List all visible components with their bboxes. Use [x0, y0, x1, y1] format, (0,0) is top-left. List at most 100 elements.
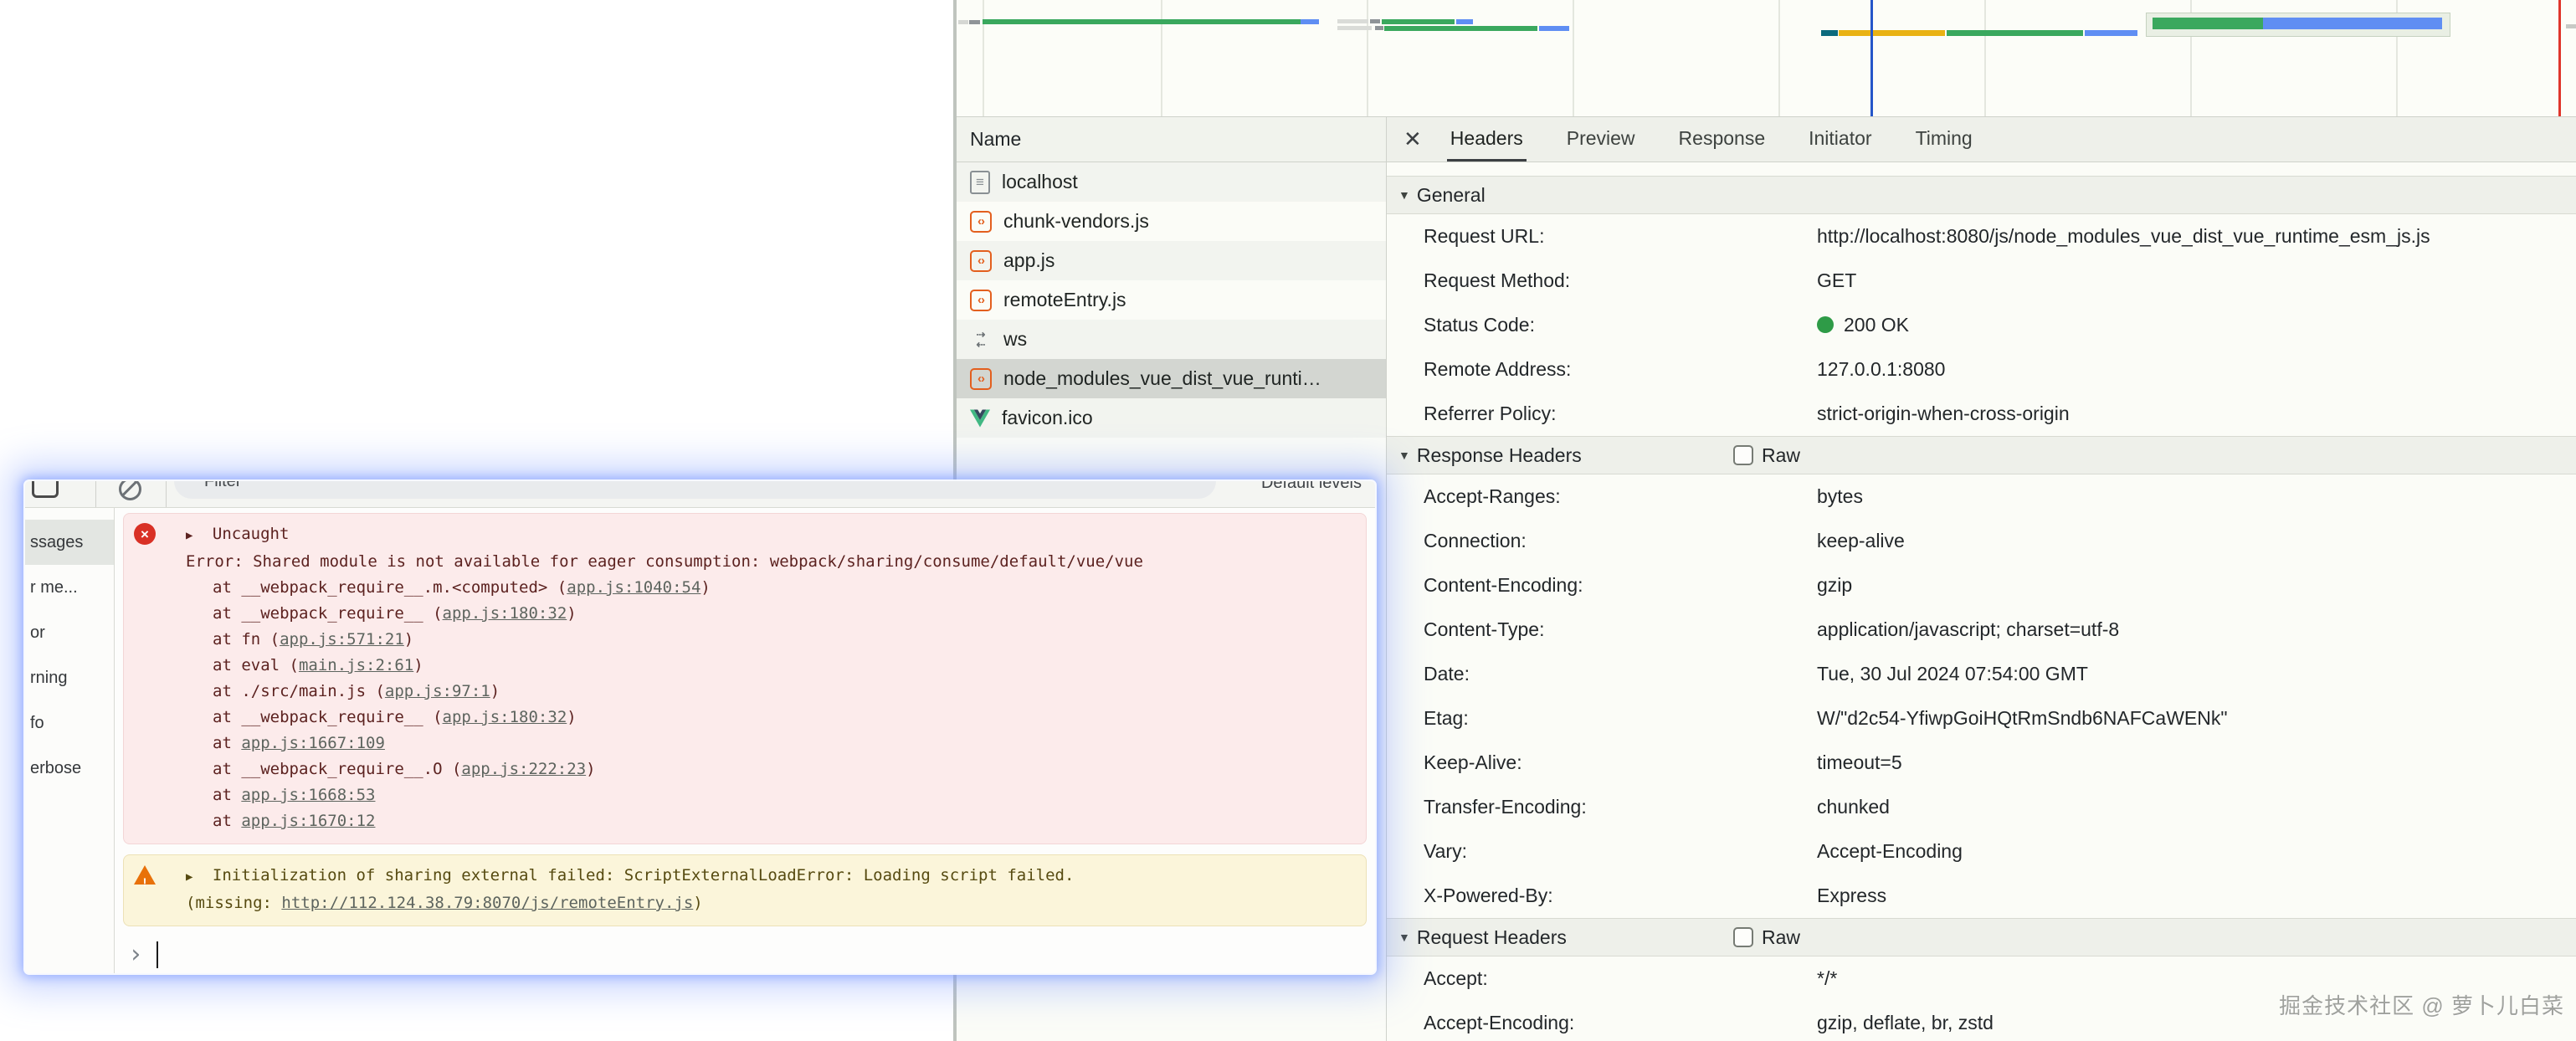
header-name: Vary: [1424, 840, 1817, 863]
source-link[interactable]: app.js:1040:54 [567, 578, 700, 597]
console-sidebar-item[interactable]: ssages [25, 520, 114, 565]
header-name: Request Method: [1424, 269, 1817, 292]
stack-frame: at __webpack_require__ (app.js:180:32) [124, 705, 1352, 731]
console-warning-message: ▶ Initialization of sharing external fai… [123, 854, 1367, 926]
warning-missing-line: (missing: http://112.124.38.79:8070/js/r… [124, 890, 1352, 916]
header-row: Content-Encoding:gzip [1387, 563, 2576, 608]
table-row[interactable]: chunk-vendors.js [957, 202, 1386, 241]
table-row[interactable]: remoteEntry.js [957, 280, 1386, 320]
source-link[interactable]: app.js:180:32 [443, 708, 567, 726]
header-value: Express [1817, 885, 2559, 907]
header-value: 200 OK [1817, 314, 2559, 336]
table-row[interactable]: app.js [957, 241, 1386, 280]
clear-console-icon[interactable] [119, 481, 141, 500]
section-header-general[interactable]: ▼General [1387, 176, 2576, 214]
waterfall-bar [983, 19, 1301, 24]
source-link[interactable]: app.js:1670:12 [241, 812, 375, 830]
header-row: X-Powered-By:Express [1387, 874, 2576, 918]
waterfall-bar [2566, 24, 2576, 28]
websocket-icon [970, 329, 992, 351]
waterfall-bar [1539, 26, 1569, 31]
source-link[interactable]: app.js:1668:53 [241, 786, 375, 804]
source-link[interactable]: main.js:2:61 [299, 656, 413, 674]
request-name: favicon.ico [1002, 407, 1093, 429]
request-name: remoteEntry.js [1003, 289, 1126, 311]
raw-checkbox[interactable] [1733, 445, 1753, 465]
source-link[interactable]: app.js:180:32 [443, 604, 567, 623]
missing-script-link[interactable]: http://112.124.38.79:8070/js/remoteEntry… [281, 894, 693, 912]
table-row[interactable]: localhost [957, 162, 1386, 202]
section-header-response-headers[interactable]: ▼Response HeadersRaw [1387, 436, 2576, 474]
section-header-request-headers[interactable]: ▼Request HeadersRaw [1387, 918, 2576, 956]
console-sidebar-item[interactable]: fo [25, 700, 114, 746]
table-row[interactable]: node_modules_vue_dist_vue_runti… [957, 359, 1386, 398]
header-name: Status Code: [1424, 314, 1817, 336]
waterfall-bar [1375, 26, 1383, 30]
source-link[interactable]: app.js:222:23 [461, 760, 586, 778]
waterfall-bar [1947, 30, 2083, 36]
header-name: X-Powered-By: [1424, 885, 1817, 907]
error-message-text: Error: Shared module is not available fo… [124, 549, 1352, 575]
request-name: localhost [1002, 171, 1078, 193]
waterfall-bar [1384, 26, 1537, 31]
toolbar-divider [166, 481, 167, 507]
name-column-header[interactable]: Name [957, 117, 1386, 162]
vue-icon [970, 409, 990, 428]
expand-caret-icon[interactable]: ▶ [186, 870, 192, 884]
stack-text: ) [404, 630, 413, 649]
raw-checkbox[interactable] [1733, 927, 1753, 947]
source-link[interactable]: app.js:97:1 [385, 682, 490, 700]
dcl-event-line [1870, 0, 1873, 116]
console-sidebar-item[interactable]: erbose [25, 746, 114, 791]
header-name: Accept-Ranges: [1424, 485, 1817, 508]
stack-frame: at app.js:1668:53 [124, 782, 1352, 808]
error-icon [134, 523, 156, 545]
stack-frame: at eval (main.js:2:61) [124, 653, 1352, 679]
stack-text: at __webpack_require__ ( [213, 708, 443, 726]
script-icon [970, 211, 992, 233]
console-filter-input[interactable]: Filter [174, 481, 1216, 499]
tab-timing[interactable]: Timing [1912, 117, 1976, 162]
waterfall-bar [969, 20, 980, 24]
close-icon[interactable]: ✕ [1403, 126, 1422, 152]
request-name: node_modules_vue_dist_vue_runti… [1003, 367, 1321, 390]
header-name: Referrer Policy: [1424, 403, 1817, 425]
header-value: GET [1817, 269, 2559, 292]
console-sidebar: ssagesr me...orrningfoerbose [25, 508, 115, 973]
source-link[interactable]: app.js:571:21 [280, 630, 404, 649]
log-levels-dropdown[interactable]: Default levels [1261, 481, 1362, 493]
section-title: Response Headers [1417, 444, 1582, 467]
console-sidebar-item[interactable]: r me... [25, 565, 114, 610]
source-link[interactable]: app.js:1667:109 [241, 734, 385, 752]
warning-text: Initialization of sharing external faile… [213, 866, 1075, 885]
header-value: bytes [1817, 485, 2559, 508]
table-row[interactable]: favicon.ico [957, 398, 1386, 438]
stack-frame: at __webpack_require__ (app.js:180:32) [124, 601, 1352, 627]
tab-preview[interactable]: Preview [1563, 117, 1639, 162]
header-name: Accept: [1424, 967, 1817, 990]
prompt-chevron-icon: › [128, 942, 143, 967]
waterfall-bar [1370, 19, 1380, 23]
tab-headers[interactable]: Headers [1447, 117, 1527, 162]
console-prompt[interactable]: › [128, 938, 1375, 972]
stack-text: at [213, 812, 241, 830]
console-sidebar-item[interactable]: rning [25, 655, 114, 700]
stack-text: at __webpack_require__ ( [213, 604, 443, 623]
header-row: Referrer Policy:strict-origin-when-cross… [1387, 392, 2576, 436]
raw-label: Raw [1762, 926, 1800, 949]
console-sidebar-item[interactable]: or [25, 610, 114, 655]
header-name: Keep-Alive: [1424, 751, 1817, 774]
caret-down-icon: ▼ [1398, 188, 1410, 202]
toolbar-divider [95, 481, 96, 507]
header-name: Transfer-Encoding: [1424, 796, 1817, 818]
tab-response[interactable]: Response [1675, 117, 1769, 162]
expand-caret-icon[interactable]: ▶ [186, 529, 192, 542]
error-stack: at __webpack_require__.m.<computed> (app… [124, 575, 1352, 834]
stack-frame: at __webpack_require__.m.<computed> (app… [124, 575, 1352, 601]
tab-initiator[interactable]: Initiator [1805, 117, 1875, 162]
console-toolbar: Filter Default levels [25, 481, 1375, 508]
stack-frame: at ./src/main.js (app.js:97:1) [124, 679, 1352, 705]
header-row: Date:Tue, 30 Jul 2024 07:54:00 GMT [1387, 652, 2576, 696]
table-row[interactable]: ws [957, 320, 1386, 359]
header-name: Date: [1424, 663, 1817, 685]
